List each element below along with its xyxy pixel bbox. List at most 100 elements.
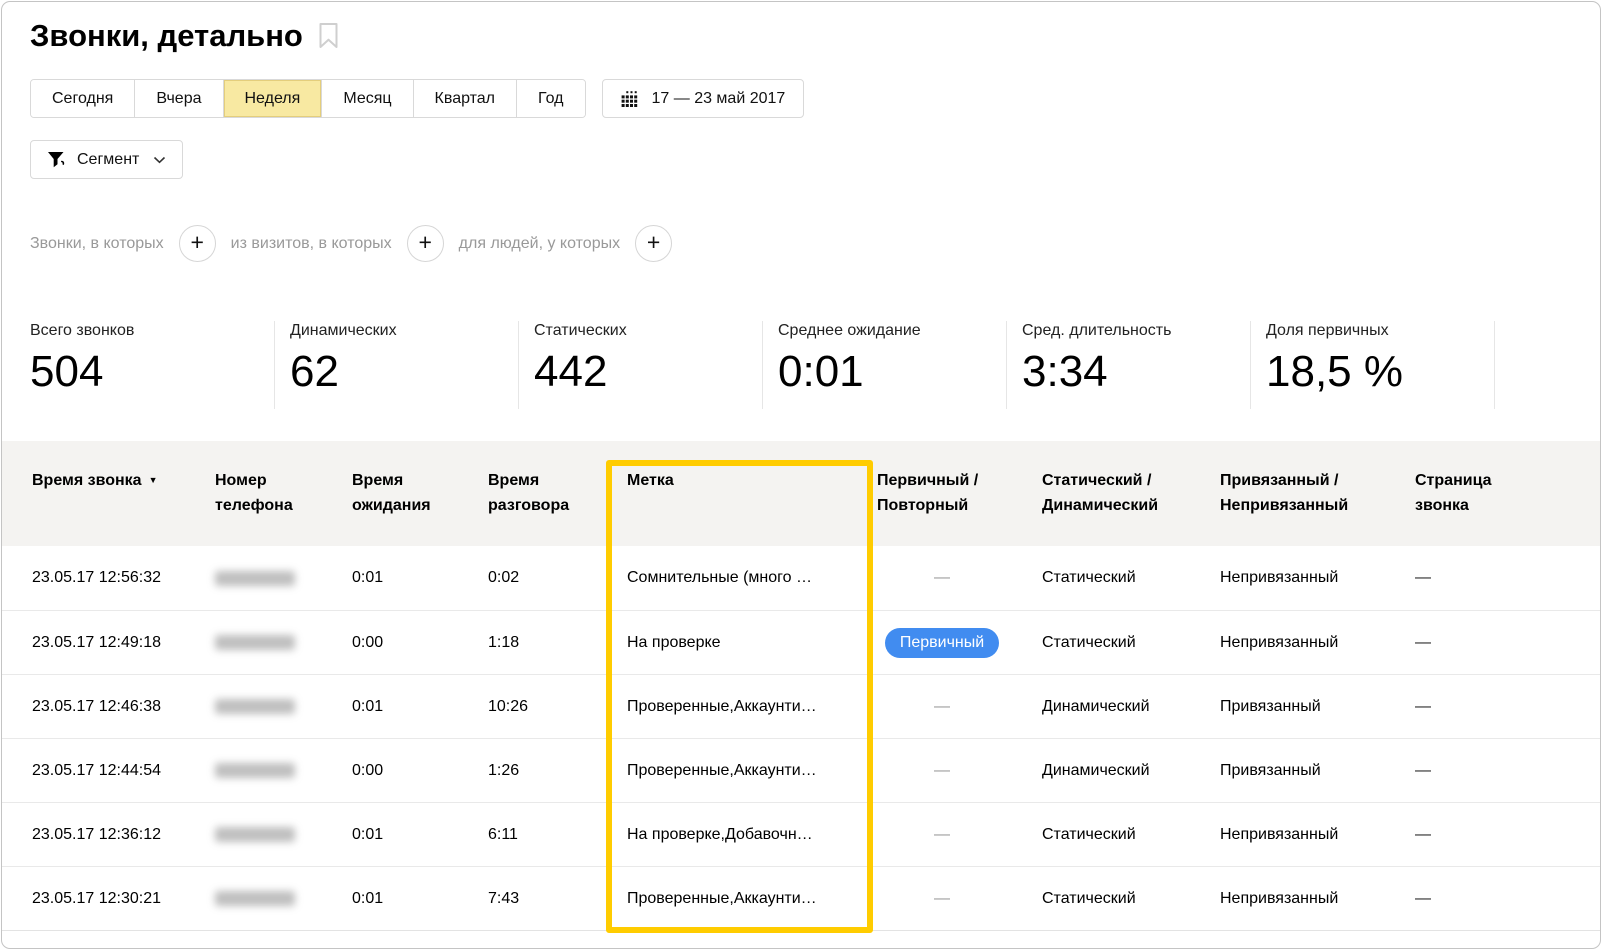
filter-label-people: для людей, у которых — [459, 235, 620, 253]
cell-call-page: — — [1415, 569, 1600, 587]
dash: — — [934, 762, 950, 780]
metric-static: Статических 442 — [518, 321, 762, 409]
column-header: Время ожидания — [352, 441, 488, 546]
cell-wait-time: 0:01 — [352, 826, 488, 844]
cell-static-dynamic: Динамический — [1042, 698, 1220, 716]
cell-call-time: 23.05.17 12:56:32 — [32, 569, 215, 587]
dash: — — [934, 890, 950, 908]
tab-today[interactable]: Сегодня — [31, 80, 134, 117]
table-body: 23.05.17 12:56:320:010:02Сомнительные (м… — [2, 546, 1600, 931]
metric-value: 18,5 % — [1266, 347, 1484, 397]
cell-primary-repeat: Первичный — [877, 628, 1007, 658]
cell-binding: Непривязанный — [1220, 634, 1415, 652]
filter-label-calls: Звонки, в которых — [30, 235, 164, 253]
tab-quarter[interactable]: Квартал — [413, 80, 516, 117]
phone-number-blurred — [215, 635, 295, 650]
metric-label: Всего звонков — [30, 322, 264, 340]
cell-label: На проверке — [627, 634, 877, 652]
chevron-down-icon — [153, 156, 166, 164]
cell-static-dynamic: Статический — [1042, 634, 1220, 652]
cell-wait-time: 0:00 — [352, 762, 488, 780]
metric-value: 3:34 — [1022, 347, 1240, 397]
table-row[interactable]: 23.05.17 12:30:210:017:43Проверенные,Акк… — [2, 866, 1600, 930]
segment-label: Сегмент — [77, 151, 139, 169]
cell-primary-repeat: — — [877, 762, 1007, 780]
add-visit-filter-button[interactable]: + — [407, 225, 444, 262]
cell-wait-time: 0:01 — [352, 698, 488, 716]
cell-talk-time: 6:11 — [488, 826, 627, 844]
add-call-filter-button[interactable]: + — [179, 225, 216, 262]
filter-builder-row: Звонки, в которых + из визитов, в которы… — [30, 225, 1600, 262]
metric-label: Среднее ожидание — [778, 322, 996, 340]
summary-metrics: Всего звонков 504 Динамических 62 Статич… — [30, 321, 1600, 409]
page: Звонки, детально Сегодня Вчера Неделя Ме… — [1, 1, 1601, 949]
metrics-divider — [1494, 321, 1495, 409]
tab-yesterday[interactable]: Вчера — [134, 80, 222, 117]
metric-value: 504 — [30, 347, 264, 397]
dash: — — [934, 826, 950, 844]
cell-binding: Привязанный — [1220, 698, 1415, 716]
sort-desc-icon: ▼ — [149, 475, 158, 485]
cell-call-page: — — [1415, 762, 1600, 780]
cell-call-page: — — [1415, 890, 1600, 908]
metric-primary-share: Доля первичных 18,5 % — [1250, 321, 1494, 409]
table-row[interactable]: 23.05.17 12:46:380:0110:26Проверенные,Ак… — [2, 674, 1600, 738]
add-people-filter-button[interactable]: + — [635, 225, 672, 262]
table-row[interactable]: 23.05.17 12:44:540:001:26Проверенные,Акк… — [2, 738, 1600, 802]
segment-button[interactable]: Сегмент — [30, 140, 183, 179]
column-header: Статический / Динамический — [1042, 441, 1220, 546]
tab-month[interactable]: Месяц — [321, 80, 412, 117]
calendar-dots-icon — [621, 90, 639, 108]
cell-call-time: 23.05.17 12:49:18 — [32, 634, 215, 652]
cell-label: Проверенные,Аккаунти… — [627, 698, 877, 716]
cell-talk-time: 1:26 — [488, 762, 627, 780]
period-toolbar: Сегодня Вчера Неделя Месяц Квартал Год 1… — [30, 79, 1600, 118]
date-range-picker[interactable]: 17 — 23 май 2017 — [602, 79, 805, 118]
column-header: Метка — [627, 441, 877, 546]
calls-table: Время звонка ▼ Номер телефонаВремя ожидани… — [2, 441, 1600, 931]
column-header: Время разговора — [488, 441, 627, 546]
dash: — — [934, 698, 950, 716]
funnel-icon — [47, 151, 66, 168]
metric-value: 0:01 — [778, 347, 996, 397]
cell-call-time: 23.05.17 12:46:38 — [32, 698, 215, 716]
bookmark-icon[interactable] — [318, 22, 339, 50]
phone-number-blurred — [215, 763, 295, 778]
phone-number-blurred — [215, 891, 295, 906]
cell-primary-repeat: — — [877, 569, 1007, 587]
column-header-label: Время звонка — [32, 472, 142, 489]
cell-label: Проверенные,Аккаунти… — [627, 890, 877, 908]
cell-wait-time: 0:00 — [352, 634, 488, 652]
tab-year[interactable]: Год — [516, 80, 584, 117]
cell-call-page: — — [1415, 698, 1600, 716]
cell-phone-number — [215, 827, 352, 842]
metric-value: 442 — [534, 347, 752, 397]
table-row[interactable]: 23.05.17 12:36:120:016:11На проверке,Доб… — [2, 802, 1600, 866]
table-row[interactable]: 23.05.17 12:56:320:010:02Сомнительные (м… — [2, 546, 1600, 610]
tab-week[interactable]: Неделя — [223, 80, 322, 117]
phone-number-blurred — [215, 571, 295, 586]
metric-label: Доля первичных — [1266, 322, 1484, 340]
filter-label-visits: из визитов, в которых — [231, 235, 392, 253]
cell-call-time: 23.05.17 12:36:12 — [32, 826, 215, 844]
metric-label: Сред. длительность — [1022, 322, 1240, 340]
phone-number-blurred — [215, 827, 295, 842]
cell-phone-number — [215, 635, 352, 650]
cell-static-dynamic: Статический — [1042, 890, 1220, 908]
cell-phone-number — [215, 763, 352, 778]
cell-static-dynamic: Динамический — [1042, 762, 1220, 780]
metric-dynamic: Динамических 62 — [274, 321, 518, 409]
cell-label: Проверенные,Аккаунти… — [627, 762, 877, 780]
column-header: Номер телефона — [215, 441, 352, 546]
cell-wait-time: 0:01 — [352, 890, 488, 908]
table-header: Время звонка ▼ Номер телефонаВремя ожидани… — [2, 441, 1600, 546]
cell-phone-number — [215, 699, 352, 714]
cell-primary-repeat: — — [877, 826, 1007, 844]
dash: — — [934, 569, 950, 587]
column-header-call-time[interactable]: Время звонка ▼ — [32, 441, 215, 546]
cell-talk-time: 7:43 — [488, 890, 627, 908]
metric-value: 62 — [290, 347, 508, 397]
date-range-label: 17 — 23 май 2017 — [652, 90, 786, 108]
table-row[interactable]: 23.05.17 12:49:180:001:18На проверкеПерв… — [2, 610, 1600, 674]
cell-talk-time: 0:02 — [488, 569, 627, 587]
